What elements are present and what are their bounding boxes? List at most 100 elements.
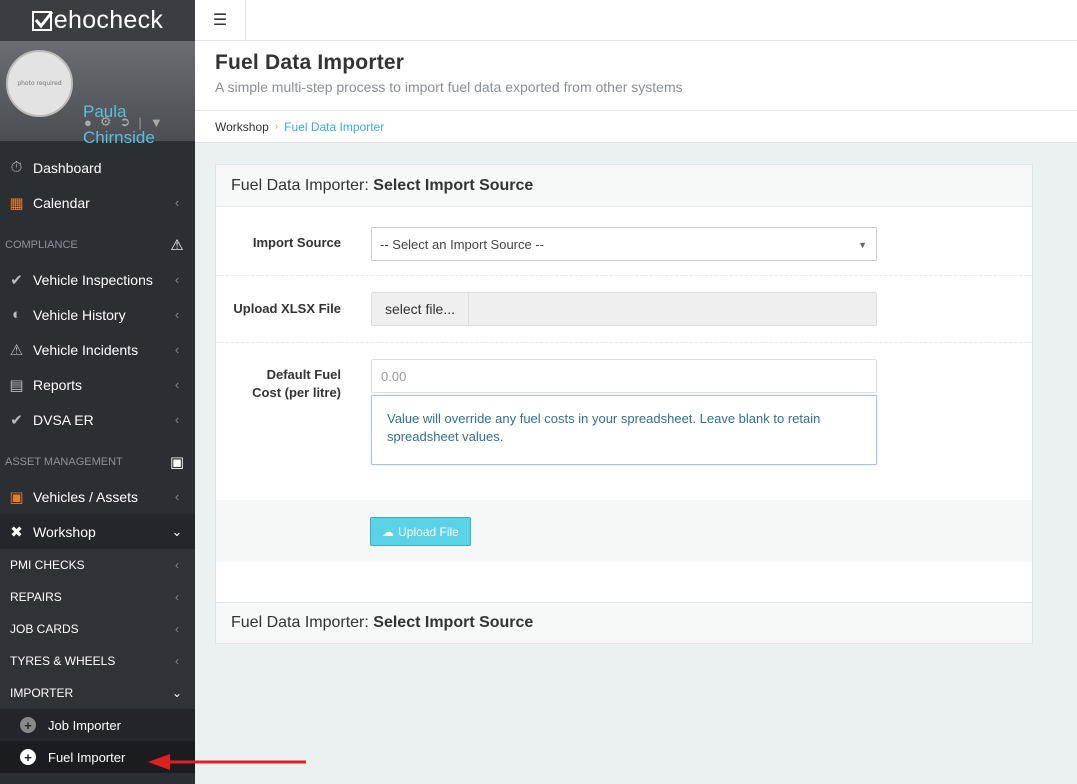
plus-circle-icon: + (20, 749, 36, 765)
upload-file-label: Upload File (398, 524, 459, 539)
warning-icon: ⚠ (170, 237, 184, 254)
warning-icon: ⚠ (9, 341, 24, 359)
gauge-icon: ◐ (11, 306, 22, 323)
fuel-cost-input[interactable]: 0.00 (371, 359, 877, 393)
brand-logo[interactable]: ehocheck (31, 6, 164, 35)
menu-toggle-button[interactable]: ☰ (195, 0, 246, 40)
chevron-left-icon: ‹ (174, 272, 180, 287)
sidebar-item-label: DVSA ER (33, 411, 94, 428)
sidebar-item-tyres-wheels[interactable]: TYRES & WHEELS ‹ (0, 645, 195, 677)
sidebar-item-label: Job Importer (48, 717, 121, 733)
cloud-upload-icon: ☁ (382, 524, 395, 539)
import-source-select[interactable]: -- Select an Import Source -- ▼ (371, 227, 877, 261)
sidebar-item-vehicle-incidents[interactable]: ⚠ Vehicle Incidents ‹ (0, 332, 195, 367)
tools-icon: ✖ (10, 523, 23, 541)
sidebar-item-label: Calendar (33, 194, 90, 211)
upload-file-button[interactable]: ☁ Upload File (370, 517, 471, 546)
top-bar: ☰ (195, 0, 1077, 41)
panel-heading-prefix: Fuel Data Importer: (231, 176, 374, 194)
sidebar-item-label: REPAIRS (10, 590, 62, 604)
sidebar-item-reports[interactable]: ▤ Reports ‹ (0, 367, 195, 402)
breadcrumb: Workshop › Fuel Data Importer (195, 111, 1077, 143)
sidebar-item-vehicle-history[interactable]: ◐ Vehicle History ‹ (0, 297, 195, 332)
section-header-compliance: COMPLIANCE ⚠ (0, 228, 195, 262)
panel-footer-step: Select Import Source (373, 614, 534, 631)
sidebar-item-label: Vehicle Incidents (33, 341, 139, 358)
sidebar-item-job-cards[interactable]: JOB CARDS ‹ (0, 613, 195, 645)
sidebar-item-label: Dashboard (33, 159, 102, 176)
page-title: Fuel Data Importer (215, 51, 405, 74)
gear-icon[interactable]: ⚙ (100, 114, 112, 130)
file-upload-field[interactable]: select file... (371, 292, 877, 326)
chevron-left-icon: ‹ (174, 195, 180, 210)
upload-row: Upload XLSX File select file... (216, 276, 1032, 343)
default-fuel-cost-label-line1: Default Fuel (266, 367, 341, 382)
fuel-cost-row: Default Fuel Cost (per litre) 0.00 Value… (216, 343, 1032, 501)
page-header: Fuel Data Importer A simple multi-step p… (195, 41, 1077, 111)
list-icon: ☰ (212, 12, 228, 29)
section-header-label: ASSET MANAGEMENT (5, 456, 123, 468)
upload-xlsx-label: Upload XLSX File (233, 301, 341, 316)
breadcrumb-workshop[interactable]: Workshop (215, 120, 269, 134)
sidebar-item-label: PMI CHECKS (10, 558, 85, 572)
sidebar-item-workshop[interactable]: ✖ Workshop ⌄ (0, 514, 195, 549)
avatar[interactable]: photo required (6, 50, 73, 117)
annotation-arrow-icon (148, 754, 306, 770)
chevron-left-icon: ‹ (175, 558, 179, 572)
sidebar-item-pmi-checks[interactable]: PMI CHECKS ‹ (0, 549, 195, 581)
bus-icon: ▣ (9, 488, 24, 506)
logout-icon[interactable]: ➲ (120, 114, 131, 130)
chevron-down-icon: ⌄ (171, 523, 183, 539)
calendar-icon: ▦ (9, 194, 24, 212)
select-file-button[interactable]: select file... (372, 293, 469, 325)
importer-panel: Fuel Data Importer: Select Import Source… (215, 164, 1033, 644)
chevron-left-icon: ‹ (175, 590, 179, 604)
check-logo-icon (31, 10, 53, 31)
sidebar-item-label: Fuel Importer (48, 749, 126, 765)
panel-heading: Fuel Data Importer: Select Import Source (216, 165, 1032, 207)
chevron-left-icon: ‹ (174, 342, 180, 357)
panel-heading-step: Select Import Source (373, 176, 534, 194)
sidebar-item-label: TYRES & WHEELS (10, 654, 116, 668)
reports-icon: ▤ (9, 376, 24, 394)
sidebar-item-importer[interactable]: IMPORTER ⌄ (0, 677, 195, 709)
default-fuel-cost-label: Default Fuel Cost (per litre) (201, 366, 341, 402)
sidebar: ehocheck photo required Paula Chirnside … (0, 0, 195, 784)
user-panel: photo required Paula Chirnside ● ⚙ ➲ | ▼ (0, 41, 195, 147)
import-source-row: Import Source -- Select an Import Source… (216, 207, 1032, 276)
sidebar-item-repairs[interactable]: REPAIRS ‹ (0, 581, 195, 613)
filter-icon[interactable]: ▼ (150, 115, 163, 130)
divider: | (138, 114, 142, 130)
bus-icon: ▣ (169, 454, 185, 471)
panel-footer-heading: Fuel Data Importer: Select Import Source (216, 602, 1032, 643)
sidebar-item-vehicles-assets[interactable]: ▣ Vehicles / Assets ‹ (0, 479, 195, 514)
sidebar-item-label: Workshop (33, 523, 96, 540)
breadcrumb-current[interactable]: Fuel Data Importer (284, 120, 384, 134)
sidebar-item-job-importer[interactable]: + Job Importer (0, 709, 195, 741)
check-icon: ✔ (10, 271, 23, 289)
logo-bar: ehocheck (0, 0, 195, 41)
plus-circle-icon: + (20, 717, 36, 733)
brand-name: ehocheck (53, 6, 164, 34)
dashboard-icon: ⏱ (10, 159, 23, 176)
user-icon[interactable]: ● (84, 115, 92, 130)
user-actions: ● ⚙ ➲ | ▼ (84, 114, 163, 130)
fuel-cost-help: Value will override any fuel costs in yo… (371, 395, 877, 465)
sidebar-item-label: Vehicle Inspections (33, 271, 153, 288)
import-source-label: Import Source (252, 235, 341, 250)
chevron-down-icon: ⌄ (171, 686, 183, 700)
caret-down-icon: ▼ (858, 240, 867, 250)
sidebar-item-label: Vehicles / Assets (33, 488, 139, 505)
chevron-left-icon: ‹ (174, 489, 180, 504)
sidebar-item-dashboard[interactable]: ⏱ Dashboard (0, 150, 195, 185)
sidebar-item-label: IMPORTER (10, 686, 74, 700)
sidebar-item-vehicle-inspections[interactable]: ✔ Vehicle Inspections ‹ (0, 262, 195, 297)
sidebar-item-dvsa-er[interactable]: ✔ DVSA ER ‹ (0, 402, 195, 437)
chevron-left-icon: ‹ (174, 412, 180, 427)
sidebar-item-calendar[interactable]: ▦ Calendar ‹ (0, 185, 195, 220)
sidebar-item-label: Vehicle History (33, 306, 126, 323)
check-icon: ✔ (10, 411, 23, 429)
section-header-asset-management: ASSET MANAGEMENT ▣ (0, 445, 195, 479)
chevron-left-icon: ‹ (174, 307, 180, 322)
default-fuel-cost-label-line2: Cost (per litre) (252, 385, 341, 400)
